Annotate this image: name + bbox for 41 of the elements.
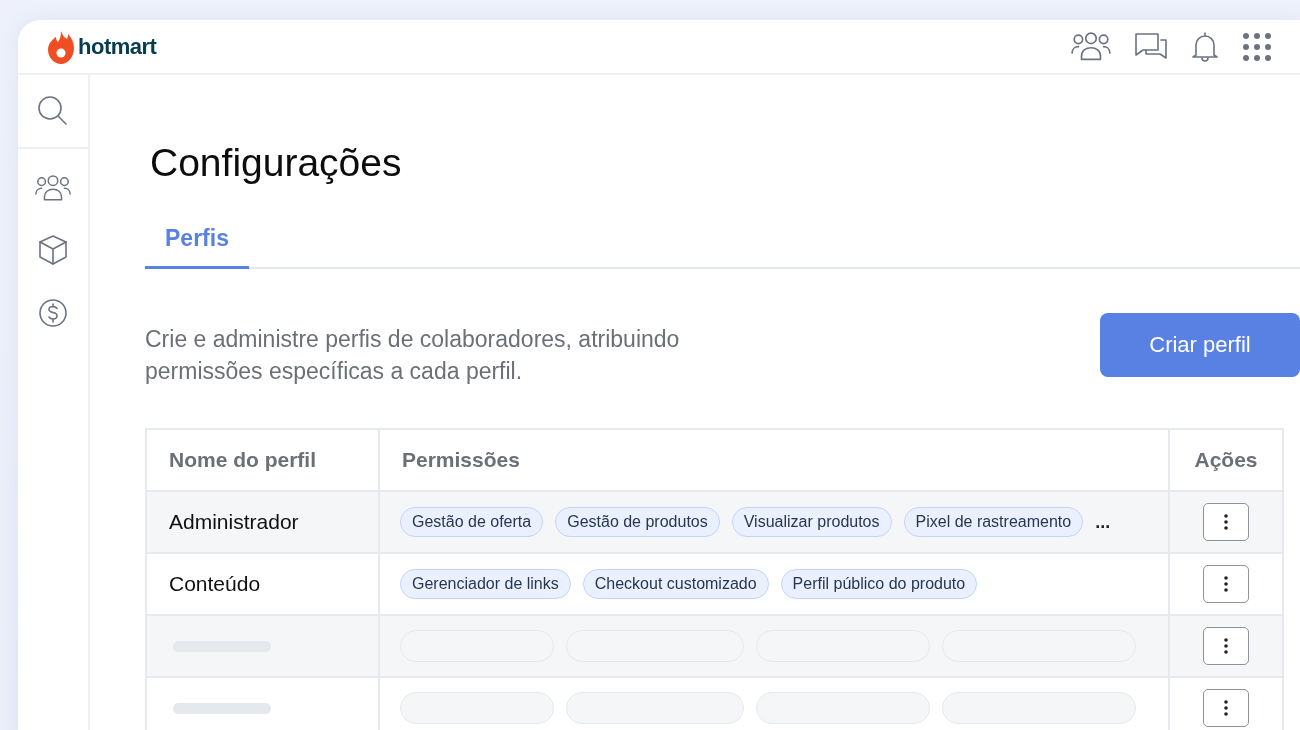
create-profile-button[interactable]: Criar perfil — [1100, 313, 1300, 377]
permission-tag: Perfil público do produto — [780, 569, 978, 599]
more-permissions-indicator: ... — [1095, 511, 1111, 533]
column-header: Permissões — [379, 429, 1169, 491]
row-actions-button[interactable] — [1203, 503, 1249, 541]
users-button[interactable] — [1070, 31, 1112, 62]
column-header: Nome do perfil — [146, 429, 379, 491]
permission-tag: Gestão de produtos — [555, 507, 720, 537]
page-title: Configurações — [150, 141, 403, 185]
users-nav-button[interactable] — [34, 175, 72, 202]
permission-tag: Pixel de rastreamento — [903, 507, 1084, 537]
search-button[interactable] — [37, 95, 69, 127]
more-vertical-icon — [1224, 576, 1228, 592]
search-icon — [37, 95, 69, 127]
permission-tag: Gerenciador de links — [400, 569, 571, 599]
dollar-coin-icon — [38, 297, 68, 328]
users-icon — [1070, 31, 1112, 62]
permission-tag: Gestão de oferta — [400, 507, 544, 537]
permission-tag: Visualizar produtos — [731, 507, 892, 537]
profile-name-cell: Administrador — [146, 491, 379, 553]
more-vertical-icon — [1224, 638, 1228, 654]
row-actions-button[interactable] — [1203, 627, 1249, 665]
more-vertical-icon — [1224, 700, 1228, 716]
row-actions-button[interactable] — [1203, 689, 1249, 727]
bell-icon — [1190, 30, 1220, 63]
row-actions-button[interactable] — [1203, 565, 1249, 603]
cube-icon — [37, 233, 69, 266]
page-description: Crie e administre perfis de colaboradores, atribuindo permissões específicas a cada perfil. — [145, 325, 681, 386]
apps-button[interactable] — [1242, 31, 1272, 62]
chat-button[interactable] — [1134, 31, 1168, 62]
chat-icon — [1134, 31, 1168, 62]
permission-tag: Checkout customizado — [582, 569, 769, 599]
notifications-button[interactable] — [1190, 30, 1220, 63]
users-icon — [34, 175, 72, 202]
products-nav-button[interactable] — [37, 233, 69, 266]
more-vertical-icon — [1224, 514, 1228, 530]
column-header: Ações — [1169, 429, 1283, 491]
finance-nav-button[interactable] — [38, 297, 68, 328]
apps-grid-icon — [1242, 31, 1272, 62]
profiles-tab[interactable]: Perfis — [145, 215, 249, 269]
logo-wordmark[interactable]: hotmart — [78, 33, 157, 60]
